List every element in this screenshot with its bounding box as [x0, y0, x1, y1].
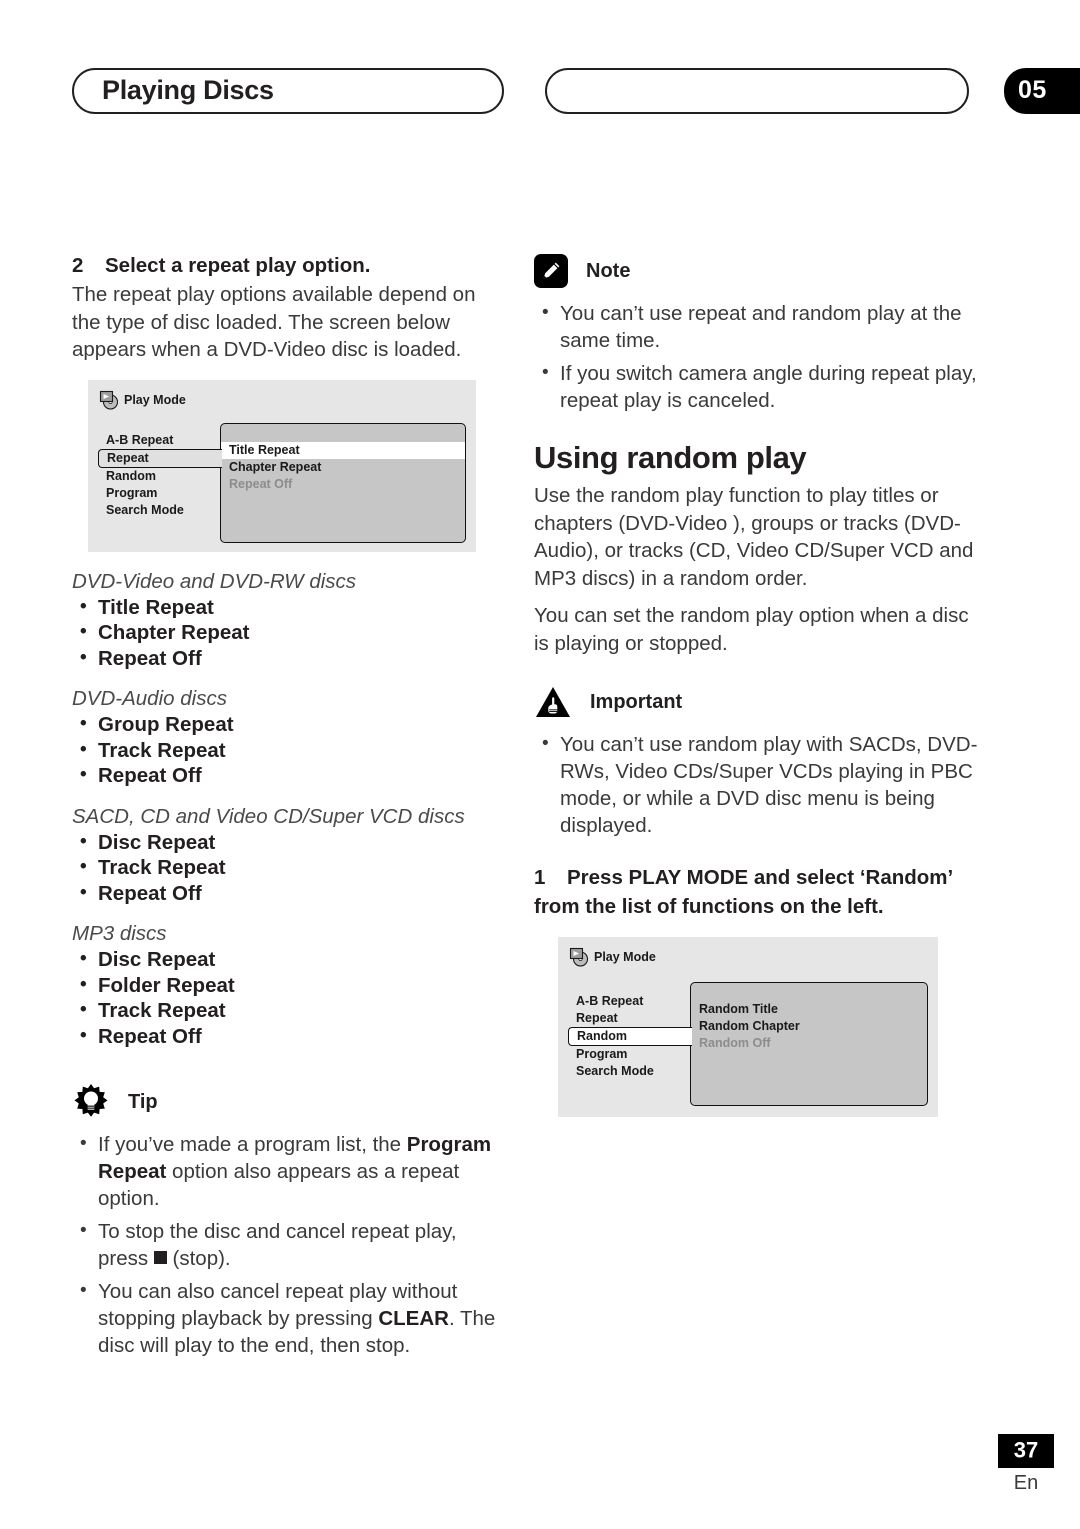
section-title-pill-empty: [545, 68, 969, 114]
option-item: Track Repeat: [72, 997, 498, 1024]
step-2-title: Select a repeat play option.: [105, 254, 371, 277]
category-title-mp3: MP3 discs: [72, 922, 167, 945]
disc-category-lists: DVD-Video and DVD-RW discs Title Repeat …: [72, 570, 498, 1050]
osd-menu-item-search-mode[interactable]: Search Mode: [568, 1063, 708, 1080]
osd-option-random-title[interactable]: Random Title: [691, 1001, 927, 1018]
option-item: Chapter Repeat: [72, 619, 498, 646]
tip-bullet-1: If you’ve made a program list, the Progr…: [72, 1130, 498, 1212]
option-item: Group Repeat: [72, 711, 498, 738]
tip-header: Tip: [72, 1083, 498, 1121]
tip-callout: Tip If you’ve made a program list, the P…: [72, 1083, 498, 1359]
osd-option-chapter-repeat[interactable]: Chapter Repeat: [221, 459, 465, 476]
tip-lightbulb-icon: [72, 1083, 110, 1121]
note-bullet-list: You can’t use repeat and random play at …: [534, 299, 986, 414]
osd-header-label: Play Mode: [124, 392, 186, 407]
step-1-title: Press PLAY MODE and select ‘Random’ from…: [534, 866, 953, 918]
osd-options-panel-random: Random Title Random Chapter Random Off: [690, 982, 928, 1106]
option-item: Track Repeat: [72, 854, 498, 881]
osd-screenshot-random: Play Mode A-B Repeat Repeat Random Progr…: [558, 937, 938, 1117]
step-2-heading: 2 Select a repeat play option.: [72, 252, 498, 279]
category-options-dvd-audio: Group Repeat Track Repeat Repeat Off: [72, 711, 498, 789]
step-1-heading: 1 Press PLAY MODE and select ‘Random’ fro…: [534, 863, 986, 921]
osd-options-panel-repeat: Title Repeat Chapter Repeat Repeat Off: [220, 422, 466, 543]
osd-menu-item-program[interactable]: Program: [98, 485, 238, 502]
important-bullet-list: You can’t use random play with SACDs, DV…: [534, 730, 986, 839]
step-2-number: 2: [72, 254, 84, 277]
category-options-sacd-cd-vcd: Disc Repeat Track Repeat Repeat Off: [72, 829, 498, 907]
note-callout: Note You can’t use repeat and random pla…: [534, 252, 986, 414]
option-item: Repeat Off: [72, 762, 498, 789]
option-item: Disc Repeat: [72, 829, 498, 856]
tip-b3-bold: CLEAR: [378, 1307, 449, 1330]
play-mode-disc-icon: [568, 947, 590, 967]
page-title: Playing Discs: [102, 74, 274, 105]
chapter-title-pill: Playing Discs: [72, 68, 504, 114]
tip-b2-post: (stop).: [166, 1247, 231, 1270]
chapter-number: 05: [1018, 75, 1047, 104]
osd-menu-random: A-B Repeat Repeat Random Program Search …: [568, 993, 708, 1080]
important-hand-icon: [534, 685, 572, 719]
osd-menu-item-ab-repeat[interactable]: A-B Repeat: [568, 993, 708, 1010]
osd-header-random: Play Mode: [568, 947, 656, 967]
osd-option-random-off[interactable]: Random Off: [691, 1035, 927, 1052]
language-code: En: [1013, 1472, 1039, 1494]
note-header: Note: [534, 252, 986, 290]
osd-option-random-chapter[interactable]: Random Chapter: [691, 1018, 927, 1035]
category-options-mp3: Disc Repeat Folder Repeat Track Repeat R…: [72, 946, 498, 1050]
option-item: Track Repeat: [72, 737, 498, 764]
category-title-dvd-audio: DVD-Audio discs: [72, 687, 227, 710]
option-item: Repeat Off: [72, 1023, 498, 1050]
tip-b1-pre: If you’ve made a program list, the: [98, 1133, 407, 1156]
category-options-dvd-video: Title Repeat Chapter Repeat Repeat Off: [72, 594, 498, 672]
osd-menu-item-random[interactable]: Random: [98, 468, 238, 485]
chapter-number-tab: 05: [1004, 68, 1080, 114]
important-title: Important: [590, 690, 683, 713]
tip-bullet-2: To stop the disc and cancel repeat play,…: [72, 1217, 498, 1272]
tip-bullet-list: If you’ve made a program list, the Progr…: [72, 1130, 498, 1359]
step-1-number: 1: [534, 866, 546, 889]
osd-menu-item-ab-repeat[interactable]: A-B Repeat: [98, 432, 238, 449]
option-item: Disc Repeat: [72, 946, 498, 973]
note-title: Note: [586, 259, 631, 282]
tip-bullet-3: You can also cancel repeat play without …: [72, 1277, 498, 1359]
osd-header-label: Play Mode: [594, 950, 656, 964]
osd-menu-item-repeat[interactable]: Repeat: [98, 448, 222, 468]
stop-square-icon: [153, 1251, 167, 1264]
osd-header-repeat: Play Mode: [98, 390, 186, 410]
option-item: Repeat Off: [72, 645, 498, 672]
osd-option-repeat-off[interactable]: Repeat Off: [221, 476, 465, 493]
osd-menu-item-repeat[interactable]: Repeat: [568, 1010, 708, 1027]
page-header: Playing Discs 05: [0, 68, 1080, 118]
page-number-box: 37: [998, 1434, 1054, 1468]
note-bullet-1: You can’t use repeat and random play at …: [534, 299, 986, 354]
note-bullet-2: If you switch camera angle during repeat…: [534, 359, 986, 414]
left-column: 2 Select a repeat play option. The repeat…: [72, 252, 498, 1365]
step-2-body: The repeat play options available depend…: [72, 283, 476, 361]
option-item: Title Repeat: [72, 594, 498, 621]
option-item: Repeat Off: [72, 880, 498, 907]
option-item: Folder Repeat: [72, 972, 498, 999]
osd-menu-item-random[interactable]: Random: [568, 1027, 692, 1046]
tip-b2-pre: To stop the disc and cancel repeat play,…: [98, 1220, 457, 1270]
section-heading-random-play: Using random play: [534, 440, 807, 475]
osd-menu-item-program[interactable]: Program: [568, 1046, 708, 1063]
random-play-paragraph-2: You can set the random play option when …: [534, 604, 969, 655]
category-title-dvd-video: DVD-Video and DVD-RW discs: [72, 569, 357, 593]
category-title-sacd-cd-vcd: SACD, CD and Video CD/Super VCD discs: [72, 804, 465, 828]
tip-title: Tip: [128, 1090, 158, 1113]
play-mode-disc-icon: [98, 390, 120, 410]
page-number: 37: [1013, 1437, 1039, 1463]
random-play-paragraph-1: Use the random play function to play tit…: [534, 484, 974, 590]
osd-menu-item-search-mode[interactable]: Search Mode: [98, 502, 238, 519]
important-callout: Important You can’t use random play with…: [534, 683, 986, 839]
important-bullet-1: You can’t use random play with SACDs, DV…: [534, 730, 986, 839]
note-pencil-icon: [534, 254, 568, 288]
osd-option-title-repeat[interactable]: Title Repeat: [221, 441, 465, 459]
important-header: Important: [534, 683, 986, 721]
osd-menu-repeat: A-B Repeat Repeat Random Program Search …: [98, 432, 238, 519]
right-column: Note You can’t use repeat and random pla…: [534, 252, 986, 1117]
osd-screenshot-repeat: Play Mode A-B Repeat Repeat Random Progr…: [88, 379, 476, 552]
